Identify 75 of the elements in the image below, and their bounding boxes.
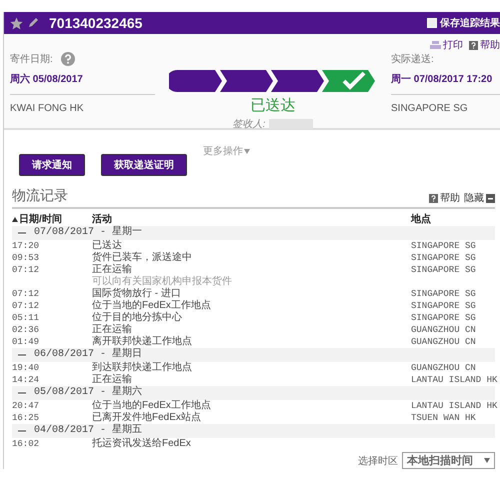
activity-cell-text: 托运资讯发送给FedEx — [92, 438, 192, 450]
action-button[interactable]: 请求通知 — [19, 154, 85, 176]
activity-cell-text: 国际货物放行 - 进口 — [92, 288, 182, 300]
save-results-checkbox[interactable]: 保存追踪结果 — [427, 16, 500, 30]
star-icon — [10, 16, 23, 30]
date-group-header[interactable]: 06/08/2017 - 星期日 — [12, 348, 495, 362]
timezone-label: 选择时区 — [358, 454, 398, 468]
location-cell-text: SINGAPORE SG — [411, 240, 477, 252]
activity-cell-text: 位于当地的FedEx工作地点 — [92, 300, 212, 312]
collapse-icon — [486, 194, 495, 202]
activity-cell-text: 位于当地的FedEx工作地点 — [92, 400, 212, 412]
destination-location: SINGAPORE SG — [391, 102, 469, 114]
ship-date: 周六 05/08/2017 — [10, 66, 155, 95]
delivery-status: 已送达 — [250, 96, 296, 115]
help-icon — [469, 40, 478, 50]
time-cell-text: 07:12 — [12, 288, 40, 300]
activity-note: 可以向有关国家机构申报本货件 — [92, 276, 233, 288]
date-group-header[interactable]: 07/08/2017 - 星期一 — [12, 226, 495, 240]
time-cell-text: 16:25 — [12, 412, 40, 424]
time-cell-text: 07:12 — [12, 264, 40, 277]
hide-link[interactable]: 隐藏 — [464, 191, 495, 205]
history-title: 物流记录 — [12, 187, 68, 205]
location-cell-text: SINGAPORE SG — [411, 300, 477, 312]
time-cell-text: 02:36 — [12, 324, 40, 336]
time-cell-text: 14:24 — [12, 374, 40, 386]
time-cell-text: 20:47 — [12, 400, 40, 412]
column-header: 活动 — [92, 213, 112, 226]
signed-by-label: 签收人: — [232, 118, 266, 131]
time-cell-text: 01:49 — [12, 336, 40, 348]
activity-cell-text: 位于目的地分拣中心 — [92, 312, 183, 324]
column-header[interactable]: 日期/时间 — [12, 213, 92, 226]
help-icon — [429, 194, 438, 202]
location-cell-text: SINGAPORE SG — [411, 288, 477, 300]
activity-cell-text: 到达联邦快递工作地点 — [92, 362, 193, 374]
time-cell-text: 17:20 — [12, 240, 40, 252]
help-link[interactable]: 帮助 — [469, 38, 500, 52]
activity-cell-text: 正在运输 — [92, 374, 133, 386]
location-cell-text: SINGAPORE SG — [411, 312, 477, 324]
printer-icon — [430, 40, 441, 50]
tracking-number: 701340232465 — [49, 15, 142, 31]
help-link[interactable]: 帮助 — [429, 191, 460, 205]
date-group-header[interactable]: 04/08/2017 - 星期五 — [12, 424, 495, 438]
location-cell-text: SINGAPORE SG — [411, 252, 477, 264]
location-cell-text: GUANGZHOU CN — [411, 324, 477, 336]
dropdown-caret-icon — [484, 458, 490, 463]
column-header: 地点 — [411, 213, 432, 226]
caret-icon — [244, 149, 250, 154]
help-icon — [60, 52, 75, 66]
activity-cell-text: 正在运输 — [92, 264, 133, 276]
timezone-select[interactable]: 本地扫描时间 — [402, 452, 495, 469]
location-cell-text: SINGAPORE SG — [411, 264, 477, 277]
date-group-header[interactable]: 05/08/2017 - 星期六 — [12, 386, 495, 400]
time-cell-text: 16:02 — [12, 438, 40, 450]
location-cell: LANTAU ISLAND HK — [411, 374, 495, 386]
ship-date-label: 寄件日期: — [10, 52, 53, 66]
activity-cell-text: 已离开发件地FedEx站点 — [92, 412, 202, 424]
time-cell-text: 19:40 — [12, 362, 40, 374]
print-link[interactable]: 打印 — [430, 38, 463, 52]
activity-cell-text: 货件已装车，派送途中 — [92, 252, 193, 264]
pencil-icon — [27, 17, 39, 29]
action-button[interactable]: 获取递送证明 — [101, 154, 187, 176]
location-cell-text: TSUEN WAN HK — [411, 412, 477, 424]
delivery-date-label: 实际递送: — [391, 52, 435, 66]
sort-icon — [12, 217, 18, 222]
activity-cell-text: 正在运输 — [92, 324, 133, 336]
location-cell: LANTAU ISLAND HK — [411, 400, 495, 412]
activity-cell-text: 离开联邦快递工作地点 — [92, 336, 193, 348]
location-cell-text: GUANGZHOU CN — [411, 362, 477, 374]
location-cell-text: GUANGZHOU CN — [411, 336, 477, 348]
activity-cell-text: 已送达 — [92, 240, 122, 252]
origin-location: KWAI FONG HK — [10, 102, 85, 114]
time-cell-text: 05:11 — [12, 312, 40, 324]
time-cell-text: 07:12 — [12, 300, 40, 312]
delivery-date: 周一 07/08/2017 17:20 — [391, 66, 500, 95]
time-cell-text: 09:53 — [12, 252, 40, 264]
